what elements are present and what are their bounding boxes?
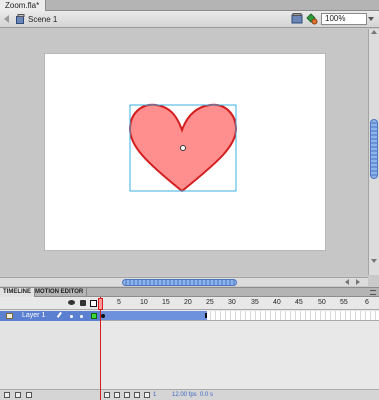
- lock-icon[interactable]: [80, 300, 86, 306]
- layer-row[interactable]: Layer 1: [0, 311, 101, 321]
- pasteboard[interactable]: [0, 29, 368, 275]
- modify-onion-markers-icon[interactable]: [144, 392, 150, 398]
- scene-label: Scene 1: [28, 15, 58, 24]
- frame-number: 55: [340, 299, 348, 306]
- elapsed-time: 0.0 s: [200, 392, 214, 398]
- frame-number: 15: [162, 299, 170, 306]
- horizontal-scrollbar[interactable]: [0, 277, 368, 286]
- tab-timeline[interactable]: TIMELINE: [0, 288, 35, 297]
- vertical-scrollbar[interactable]: [368, 29, 379, 275]
- edit-symbols-icon[interactable]: [305, 13, 318, 25]
- chevron-down-icon[interactable]: [368, 17, 374, 21]
- panel-menu-icon[interactable]: [370, 290, 376, 295]
- timeline-header: 5 10 15 20 25 30 35 40 45 50 55 6: [0, 297, 379, 310]
- scroll-right-icon[interactable]: [356, 279, 360, 285]
- playhead-handle[interactable]: [98, 298, 103, 310]
- timeline-panel: 5 10 15 20 25 30 35 40 45 50 55 6 Layer …: [0, 297, 379, 400]
- frame-number: 25: [206, 299, 214, 306]
- stage-artwork: [128, 103, 238, 193]
- back-arrow-icon[interactable]: [4, 15, 9, 23]
- outline-color-swatch[interactable]: [91, 313, 97, 319]
- keyframe-marker[interactable]: [101, 314, 105, 318]
- document-tab[interactable]: Zoom.fla*: [0, 0, 47, 11]
- panel-tab-bar: TIMELINE MOTION EDITOR: [0, 287, 379, 297]
- frame-number: 40: [273, 299, 281, 306]
- frame-number: 5: [117, 299, 121, 306]
- frame-number: 6: [365, 299, 369, 306]
- lock-dot-icon[interactable]: [80, 315, 83, 318]
- layer-icon: [6, 313, 13, 319]
- show-hide-eye-icon[interactable]: [68, 300, 75, 305]
- frame-number: 10: [140, 299, 148, 306]
- edit-multiple-frames-icon[interactable]: [134, 392, 140, 398]
- document-tab-bar: Zoom.fla*: [0, 0, 379, 11]
- playhead[interactable]: [100, 297, 101, 400]
- end-frame-marker[interactable]: [205, 313, 207, 318]
- zoom-select[interactable]: 100%: [321, 13, 367, 25]
- onion-skin-icon[interactable]: [114, 392, 120, 398]
- timeline-status-bar: 1 12.00 fps 0.0 s: [0, 389, 379, 400]
- frame-number: 35: [251, 299, 259, 306]
- center-frame-icon[interactable]: [104, 392, 110, 398]
- edit-scene-icon[interactable]: [291, 13, 303, 25]
- new-layer-icon[interactable]: [4, 392, 10, 398]
- onion-skin-outlines-icon[interactable]: [124, 392, 130, 398]
- edit-bar: Scene 1 100%: [0, 11, 379, 28]
- current-frame: 1: [153, 392, 157, 398]
- frame-span[interactable]: [101, 311, 207, 320]
- frame-number: 50: [318, 299, 326, 306]
- frame-rate[interactable]: 12.00 fps: [172, 391, 197, 400]
- scroll-left-icon[interactable]: [345, 279, 349, 285]
- pencil-icon: [56, 311, 66, 321]
- horizontal-scroll-thumb[interactable]: [122, 279, 237, 286]
- frame-number: 45: [295, 299, 303, 306]
- tab-motion-editor[interactable]: MOTION EDITOR: [32, 288, 88, 297]
- scroll-down-icon[interactable]: [371, 259, 377, 263]
- transform-point-icon[interactable]: [180, 145, 186, 151]
- visibility-dot-icon[interactable]: [70, 315, 73, 318]
- vertical-scroll-thumb[interactable]: [370, 119, 378, 179]
- trash-icon[interactable]: [26, 392, 32, 398]
- frame-row[interactable]: [101, 311, 379, 321]
- scroll-up-icon[interactable]: [371, 30, 377, 34]
- new-folder-icon[interactable]: [15, 392, 21, 398]
- frame-number: 30: [228, 299, 236, 306]
- scene-icon: [16, 14, 25, 24]
- frame-number: 20: [184, 299, 192, 306]
- outline-icon[interactable]: [90, 300, 97, 307]
- layer-name[interactable]: Layer 1: [22, 312, 45, 320]
